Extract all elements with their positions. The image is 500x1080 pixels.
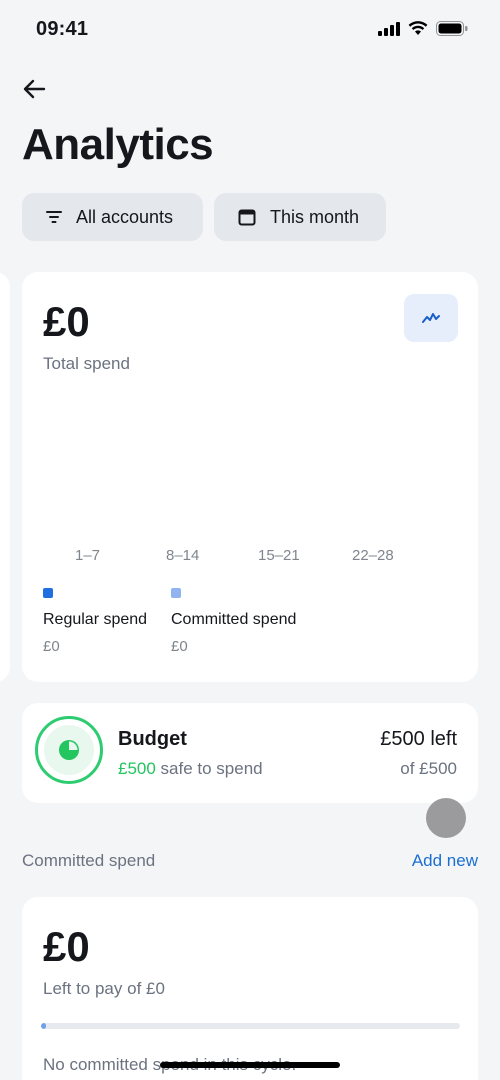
total-spend-card: £0 Total spend 1–7 8–14 15–21 22–28 Regu… [22,272,478,682]
status-icons [378,21,468,36]
safe-to-spend-amount: £500 [118,759,156,778]
regular-spend-legend-label: Regular spend [43,611,148,628]
x-tick-label: 22–28 [352,547,394,564]
status-time: 09:41 [36,18,89,40]
signal-icon [378,21,400,36]
period-filter-label: This month [270,206,360,227]
back-button[interactable] [20,74,50,104]
committed-label: Left to pay of £0 [43,979,165,998]
wifi-icon [408,21,428,35]
committed-spend-legend-dot [171,588,181,598]
committed-spend-legend-value: £0 [171,638,188,655]
budget-icon-container [44,725,94,775]
x-tick-label: 8–14 [166,547,200,564]
calendar-icon [238,209,256,226]
budget-left: £500 left [380,728,457,750]
total-spend-label: Total spend [43,354,130,373]
committed-section-title: Committed spend [22,851,156,870]
page-title: Analytics [22,120,214,169]
arrow-left-icon [23,79,46,99]
battery-icon [436,21,468,36]
accounts-filter-button[interactable]: All accounts [22,193,203,241]
status-bar: 09:41 [0,0,500,60]
budget-card[interactable]: Budget £500 safe to spend £500 left of £… [22,703,478,803]
home-indicator[interactable] [160,1062,340,1068]
regular-spend-legend-dot [43,588,53,598]
committed-spend-legend-label: Committed spend [171,611,297,628]
budget-total: of £500 [400,759,457,778]
budget-title: Budget [118,728,187,750]
period-filter-button[interactable]: This month [214,193,386,241]
committed-progress-bar [41,1023,460,1029]
committed-progress-fill [41,1023,47,1029]
budget-ring [35,716,103,784]
x-tick-label: 1–7 [75,547,101,564]
assistive-touch-button[interactable] [426,798,466,838]
regular-spend-legend-value: £0 [43,638,60,655]
committed-spend-card: £0 Left to pay of £0 No committed spend … [22,897,478,1080]
pie-chart-icon [59,740,79,760]
committed-amount: £0 [43,923,90,970]
total-spend-amount: £0 [43,298,90,345]
accounts-filter-label: All accounts [76,206,174,227]
add-new-link[interactable]: Add new [412,851,478,871]
x-tick-label: 15–21 [258,547,300,564]
spend-chart [43,382,458,572]
chart-type-toggle[interactable] [404,294,458,342]
previous-card-peek[interactable] [0,272,10,682]
filter-icon [46,211,62,223]
budget-subtitle: £500 safe to spend [118,759,263,779]
line-chart-icon [422,313,440,323]
safe-to-spend-label: safe to spend [155,759,263,778]
